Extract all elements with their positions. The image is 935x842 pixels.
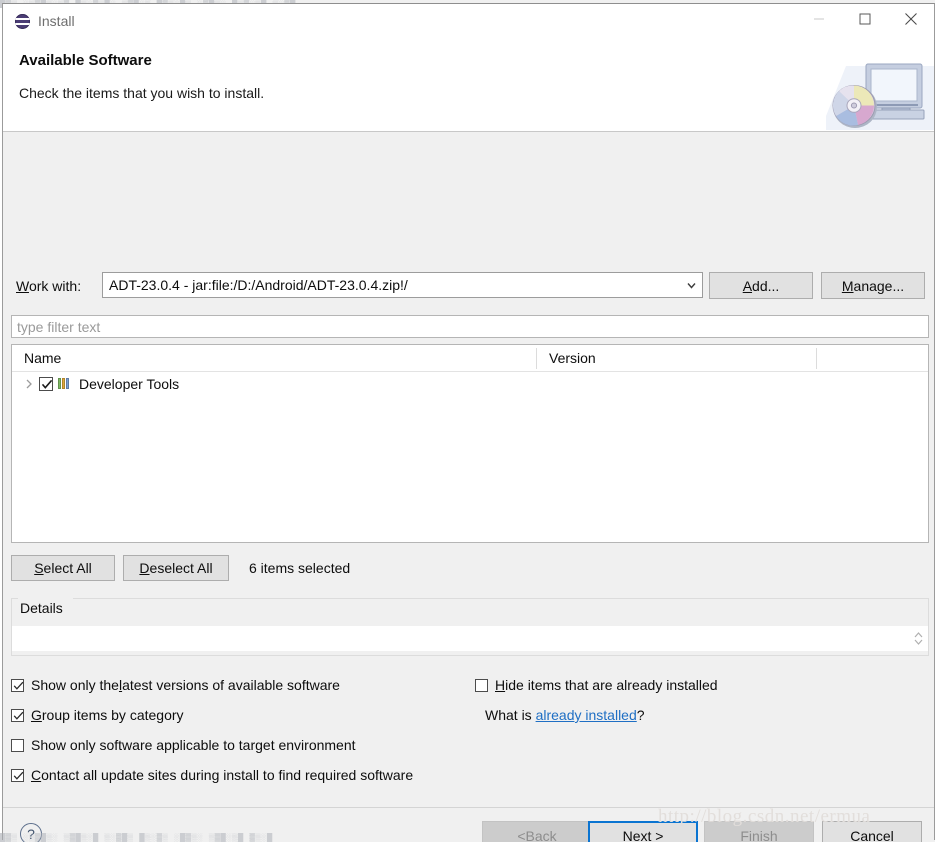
details-legend: Details <box>17 601 66 615</box>
column-divider-1[interactable] <box>536 348 537 369</box>
option-applicable-to-target[interactable]: Show only software applicable to target … <box>11 737 356 753</box>
row-checkbox[interactable] <box>39 377 53 391</box>
checkmark-icon <box>11 768 26 783</box>
work-with-label-rest: ork with: <box>29 278 81 294</box>
checkbox[interactable] <box>11 709 24 722</box>
deselect-all-label: eselect All <box>150 560 213 576</box>
work-with-label: Work with: <box>16 278 81 294</box>
option-label-post: roup items by category <box>42 707 184 723</box>
filter-placeholder: type filter text <box>12 319 100 335</box>
option-label-pre: Show only the <box>31 677 119 693</box>
option-label-mnemonic: C <box>31 767 41 783</box>
checkbox[interactable] <box>11 769 24 782</box>
option-hide-already-installed[interactable]: Hide items that are already installed <box>475 677 718 693</box>
add-button-label: dd... <box>752 278 779 294</box>
dialog-header: Available Software Check the items that … <box>3 36 934 132</box>
option-label-post: how only software applicable to target e… <box>40 737 355 753</box>
details-textarea[interactable] <box>12 626 928 651</box>
checkbox[interactable] <box>11 679 24 692</box>
checkmark-icon <box>11 678 26 693</box>
install-dialog: Install Available Software Chec <box>2 3 935 840</box>
table-row[interactable]: Developer Tools <box>12 372 928 396</box>
manage-button-label: anage... <box>854 278 905 294</box>
column-divider-2[interactable] <box>816 348 817 369</box>
window-title: Install <box>38 12 75 30</box>
already-installed-line: What is already installed? <box>485 707 645 723</box>
screen: █▓▒ ░▒▓█▒░▒▓ █▒░▓▒█░ ▒▓█░▒ █▓▒░█▒ ░▓█▒░ … <box>0 0 935 842</box>
checkbox[interactable] <box>11 739 24 752</box>
column-header-version[interactable]: Version <box>549 350 596 366</box>
option-label-mnemonic: G <box>31 707 42 723</box>
close-button[interactable] <box>888 4 934 34</box>
option-label-post: atest versions of available software <box>122 677 340 693</box>
background-window-bottom: █▓▒ ░▒▓█▒░ ▒▓█▒░█ ▒░▓█▒ █▒░▓▒ ░█▓▒░ ▒▓█░… <box>0 833 935 842</box>
option-label-mnemonic: H <box>495 677 505 693</box>
page-title: Available Software <box>19 52 152 69</box>
select-all-label: elect All <box>44 560 92 576</box>
maximize-icon <box>859 13 871 25</box>
option-show-latest-versions[interactable]: Show only the latest versions of availab… <box>11 677 340 693</box>
checkmark-icon <box>11 708 26 723</box>
manage-button[interactable]: Manage... <box>821 272 925 299</box>
minimize-button[interactable] <box>796 4 842 34</box>
work-with-value: ADT-23.0.4 - jar:file:/D:/Android/ADT-23… <box>103 277 680 293</box>
filter-input[interactable]: type filter text <box>11 315 929 338</box>
option-contact-update-sites[interactable]: Contact all update sites during install … <box>11 767 413 783</box>
minimize-icon <box>813 13 825 25</box>
page-description: Check the items that you wish to install… <box>19 85 264 101</box>
select-all-mnemonic: S <box>34 560 43 576</box>
details-scroll-arrows[interactable] <box>910 627 927 650</box>
items-selected-status: 6 items selected <box>249 560 350 576</box>
option-label-post: ide items that are already installed <box>505 677 717 693</box>
caret-down-icon <box>914 639 923 645</box>
column-header-name[interactable]: Name <box>24 350 61 366</box>
deselect-all-mnemonic: D <box>139 560 149 576</box>
add-button[interactable]: Add... <box>709 272 813 299</box>
tree-header: Name Version <box>12 345 928 372</box>
checkmark-icon <box>39 376 55 392</box>
caret-up-icon <box>914 632 923 638</box>
work-with-combo[interactable]: ADT-23.0.4 - jar:file:/D:/Android/ADT-23… <box>102 272 703 298</box>
select-all-button[interactable]: Select All <box>11 555 115 581</box>
chevron-down-icon[interactable] <box>680 273 702 297</box>
close-icon <box>905 13 918 26</box>
already-installed-suffix: ? <box>637 707 645 723</box>
already-installed-prefix: What is <box>485 707 536 723</box>
work-with-label-mnemonic: W <box>16 278 29 294</box>
install-monitor-cd-icon <box>824 58 934 130</box>
feature-bars-icon <box>58 378 72 391</box>
option-group-by-category[interactable]: Group items by category <box>11 707 184 723</box>
checkbox[interactable] <box>475 679 488 692</box>
eclipse-icon <box>15 14 30 29</box>
add-button-mnemonic: A <box>743 278 752 294</box>
tree-rows: Developer Tools <box>12 372 928 396</box>
manage-button-mnemonic: M <box>842 278 854 294</box>
deselect-all-button[interactable]: Deselect All <box>123 555 229 581</box>
option-label-mnemonic: S <box>31 737 40 753</box>
tree-item-label: Developer Tools <box>79 376 179 392</box>
chevron-right-icon[interactable] <box>22 377 36 391</box>
already-installed-link[interactable]: already installed <box>536 707 637 723</box>
title-bar: Install <box>3 4 934 36</box>
option-label-post: ontact all update sites during install t… <box>41 767 413 783</box>
details-content <box>13 627 910 650</box>
maximize-button[interactable] <box>842 4 888 34</box>
dialog-body: Work with: ADT-23.0.4 - jar:file:/D:/And… <box>3 132 934 808</box>
available-software-tree[interactable]: Name Version <box>11 344 929 543</box>
